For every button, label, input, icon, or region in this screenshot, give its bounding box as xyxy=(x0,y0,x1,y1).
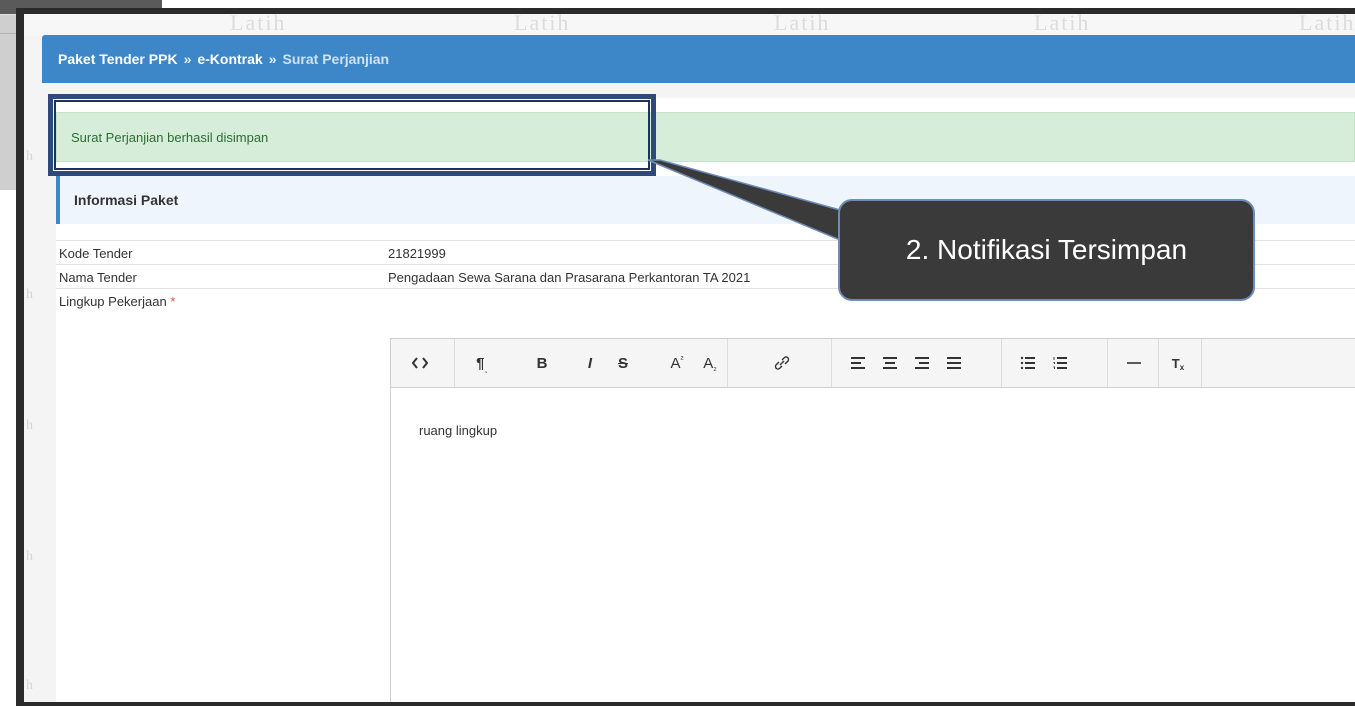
bullet-list-icon[interactable] xyxy=(1013,339,1043,387)
horizontal-rule-icon[interactable] xyxy=(1119,339,1149,387)
align-left-icon[interactable] xyxy=(843,339,873,387)
watermark-fragment: h xyxy=(26,549,33,564)
breadcrumb: Paket Tender PPK » e-Kontrak » Surat Per… xyxy=(42,35,1355,83)
highlight-box-inner xyxy=(54,100,650,170)
breadcrumb-separator: » xyxy=(183,51,192,67)
field-label: Kode Tender xyxy=(59,246,133,261)
annotation-callout: 2. Notifikasi Tersimpan xyxy=(838,199,1255,301)
align-center-icon[interactable] xyxy=(875,339,905,387)
field-label: Nama Tender xyxy=(59,270,137,285)
toolbar-divider xyxy=(421,339,455,387)
breadcrumb-item-paket-tender[interactable]: Paket Tender PPK xyxy=(58,51,178,67)
field-label: Lingkup Pekerjaan * xyxy=(59,294,175,309)
field-value: 21821999 xyxy=(388,246,446,261)
superscript-icon[interactable]: A² xyxy=(662,339,692,387)
toolbar-divider xyxy=(1146,339,1159,387)
watermark-text: Latih xyxy=(1299,14,1355,35)
watermark-text: Latih xyxy=(514,14,571,35)
rich-text-editor: ¶ ˯ B I S A² A₂ T x ruang lingkup xyxy=(390,338,1355,702)
editor-content[interactable]: ruang lingkup xyxy=(419,423,497,438)
toolbar-divider xyxy=(797,339,832,387)
paragraph-format-icon[interactable]: ¶ ˯ xyxy=(467,339,497,387)
link-icon[interactable] xyxy=(767,339,797,387)
watermark-text: Latih xyxy=(1034,14,1091,35)
required-marker: * xyxy=(170,294,176,309)
section-title: Informasi Paket xyxy=(74,192,179,208)
bold-icon[interactable]: B xyxy=(527,339,557,387)
toolbar-divider xyxy=(727,339,762,387)
italic-icon[interactable]: I xyxy=(575,339,605,387)
align-right-icon[interactable] xyxy=(907,339,937,387)
watermark-fragment: h xyxy=(26,287,33,302)
field-value: Pengadaan Sewa Sarana dan Prasarana Perk… xyxy=(388,270,751,285)
watermark-strip: Latih Latih Latih Latih Latih xyxy=(24,14,1355,36)
callout-text: 2. Notifikasi Tersimpan xyxy=(905,234,1188,265)
toolbar-divider xyxy=(1071,339,1108,387)
watermark-text: Latih xyxy=(774,14,831,35)
watermark-fragment: h xyxy=(26,149,33,164)
breadcrumb-item-e-kontrak[interactable]: e-Kontrak xyxy=(197,51,262,67)
watermark-fragment: h xyxy=(26,418,33,433)
strikethrough-icon[interactable]: S xyxy=(608,339,638,387)
breadcrumb-separator: » xyxy=(268,51,277,67)
breadcrumb-current: Surat Perjanjian xyxy=(282,51,390,67)
editor-toolbar: ¶ ˯ B I S A² A₂ T x xyxy=(391,339,1355,388)
toolbar-divider xyxy=(1189,339,1202,387)
field-label-text: Lingkup Pekerjaan xyxy=(59,294,167,309)
toolbar-divider xyxy=(965,339,1002,387)
watermark-fragment: h xyxy=(26,678,33,693)
main-panel: Surat Perjanjian berhasil disimpan Infor… xyxy=(56,98,1355,702)
subscript-icon[interactable]: A₂ xyxy=(695,339,725,387)
watermark-text: Latih xyxy=(230,14,287,35)
editor-text: ruang lingkup xyxy=(419,423,498,438)
